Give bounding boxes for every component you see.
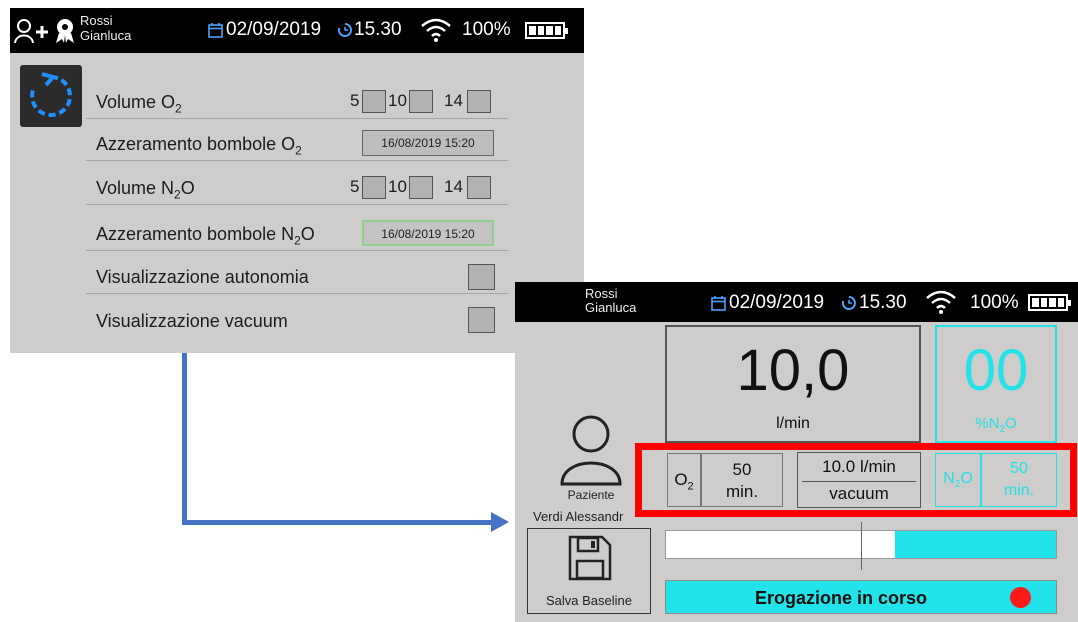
option-checkbox-10[interactable] [409, 90, 433, 113]
wifi-icon [421, 18, 451, 42]
option-label: 5 [350, 91, 360, 110]
flow-unit: l/min [776, 415, 810, 432]
status-bar: Rossi Gianluca 02/09/2019 15.30 100% [515, 282, 1078, 322]
divider [802, 481, 916, 482]
battery-percent: 100% [462, 19, 511, 40]
n2o-time-unit: min. [1003, 482, 1035, 499]
arrow-head-icon [491, 512, 509, 532]
award-icon [56, 19, 74, 43]
option-checkbox-10[interactable] [409, 176, 433, 199]
center-marker [861, 522, 862, 570]
floppy-disk-icon [568, 535, 612, 581]
save-baseline-button[interactable]: Salva Baseline [527, 528, 651, 614]
calendar-icon [208, 23, 223, 38]
battery-percent: 100% [970, 292, 1019, 313]
row-label: Visualizzazione autonomia [96, 267, 309, 287]
flow-arrow-line [182, 353, 187, 525]
row-label: Azzeramento bombole O2 [96, 134, 302, 158]
user-first-name: Rossi [585, 286, 618, 301]
reset-o2-date-field[interactable]: 16/08/2019 15:20 [362, 130, 494, 156]
settings-screen: Rossi Gianluca 02/09/2019 15.30 100% Vol… [10, 8, 584, 353]
row-volume-n2o: Volume N2O 5 10 14 [86, 168, 508, 205]
n2o-label: N2O [943, 470, 973, 491]
n2o-value: 00 [963, 338, 1029, 403]
o2-time-unit: min. [725, 482, 759, 501]
back-refresh-button[interactable] [20, 65, 82, 127]
row-reset-n2o: Azzeramento bombole N2O 16/08/2019 15:20 [86, 214, 508, 251]
delivery-status-text: Erogazione in corso [754, 588, 928, 608]
date-text: 02/09/2019 [226, 19, 322, 40]
row-reset-o2: Azzeramento bombole O2 16/08/2019 15:20 [86, 124, 508, 161]
reset-n2o-date-field[interactable]: 16/08/2019 15:20 [362, 220, 494, 246]
o2-label: O2 [674, 470, 694, 493]
row-volume-o2: Volume O2 5 10 14 [86, 82, 508, 119]
patient-button[interactable]: Paziente [551, 414, 641, 522]
row-label: Volume N2O [96, 178, 195, 202]
calendar-icon [711, 296, 726, 311]
option-label: 14 [444, 91, 463, 110]
save-baseline-label: Salva Baseline [546, 593, 632, 608]
o2-time-value: 50 [732, 460, 752, 479]
row-label: Azzeramento bombole N2O [96, 224, 315, 248]
option-checkbox-14[interactable] [467, 176, 491, 199]
o2-autonomy-box: 50 min. [701, 453, 783, 507]
option-checkbox-14[interactable] [467, 90, 491, 113]
user-last-name: Gianluca [585, 300, 637, 315]
vacuum-value: 10.0 l/min [822, 457, 896, 476]
status-indicator [1010, 587, 1031, 608]
vacuum-label: vacuum [829, 484, 889, 503]
time-text: 15.30 [354, 19, 402, 40]
refresh-icon [30, 72, 72, 117]
status-bar: Rossi Gianluca 02/09/2019 15.30 100% [10, 8, 584, 53]
option-checkbox-5[interactable] [362, 176, 386, 199]
o2-label-box: O2 [667, 453, 701, 507]
n2o-autonomy-box: 50 min. [981, 453, 1057, 507]
option-label: 10 [388, 177, 407, 196]
n2o-label-box: N2O [935, 453, 981, 507]
battery-icon [1028, 294, 1071, 311]
progress-fill [894, 531, 1056, 558]
date-text: 02/09/2019 [729, 292, 825, 313]
user-add-icon [14, 19, 48, 44]
delivery-status-bar: Erogazione in corso [665, 580, 1057, 614]
user-first-name: Rossi [80, 13, 113, 28]
row-show-autonomy: Visualizzazione autonomia [86, 257, 508, 294]
option-label: 5 [350, 177, 360, 196]
patient-label: Paziente [567, 488, 615, 502]
row-label: Volume O2 [96, 92, 182, 116]
autonomy-checkbox[interactable] [468, 264, 495, 290]
time-text: 15.30 [859, 292, 907, 313]
row-label: Visualizzazione vacuum [96, 311, 288, 331]
row-show-vacuum: Visualizzazione vacuum [86, 301, 508, 337]
option-checkbox-5[interactable] [362, 90, 386, 113]
n2o-unit: %N2O [975, 415, 1017, 435]
n2o-display: 00 %N2O [935, 325, 1057, 443]
user-last-name: Gianluca [80, 28, 132, 43]
flow-value: 10,0 [736, 338, 850, 403]
n2o-time-value: 50 [1010, 460, 1028, 477]
option-label: 14 [444, 177, 463, 196]
clock-icon [337, 23, 352, 37]
option-label: 10 [388, 91, 407, 110]
vacuum-checkbox[interactable] [468, 307, 495, 333]
patient-name: Verdi Alessandr [533, 509, 624, 524]
battery-icon [525, 22, 568, 39]
vacuum-box: 10.0 l/min vacuum [797, 452, 921, 508]
user-icon [560, 415, 622, 486]
delivery-screen: Rossi Gianluca 02/09/2019 15.30 100% 10,… [515, 282, 1078, 622]
wifi-icon [926, 290, 956, 314]
flow-display: 10,0 l/min [665, 325, 921, 443]
flow-arrow-line [182, 520, 492, 525]
clock-icon [841, 296, 856, 310]
